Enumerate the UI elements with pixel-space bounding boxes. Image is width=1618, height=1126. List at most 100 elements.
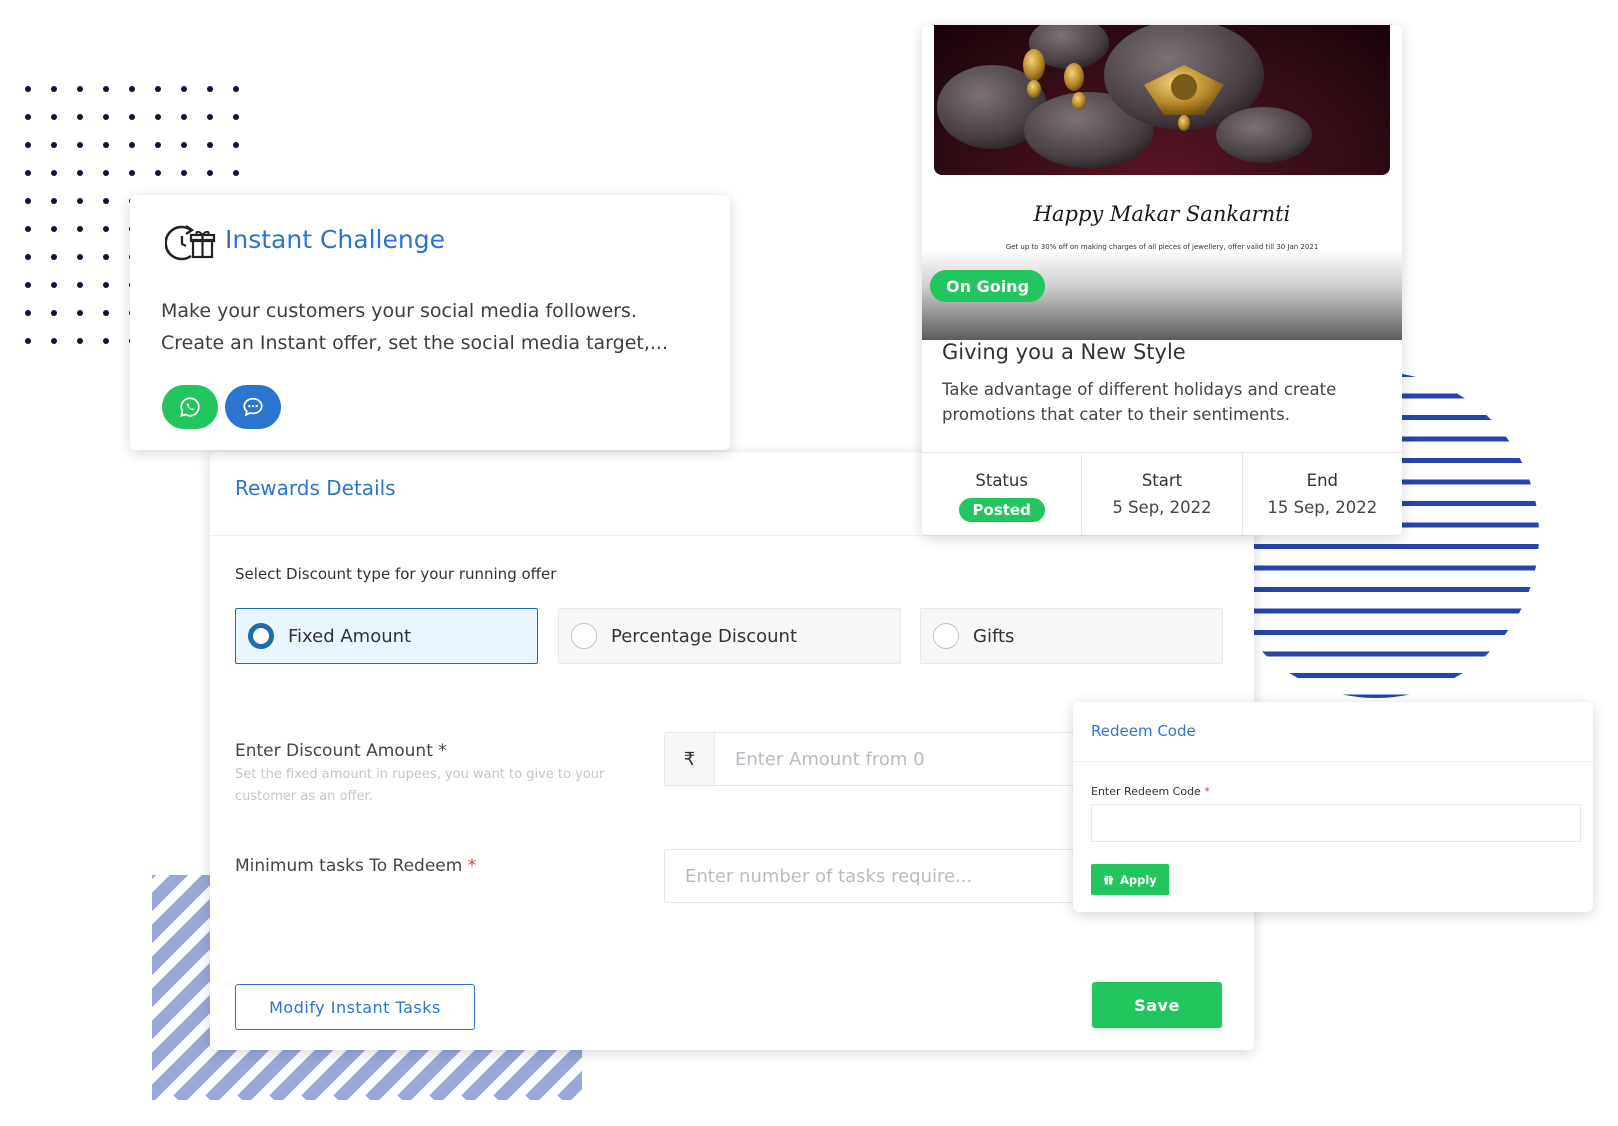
decorative-dot [155,170,161,176]
decorative-dot [233,142,239,148]
decorative-dot [207,170,213,176]
discount-type-label: Select Discount type for your running of… [235,565,557,583]
decorative-dot [77,86,83,92]
decorative-dot [103,198,109,204]
decorative-dot [51,142,57,148]
decorative-dot [103,338,109,344]
decorative-dot [51,114,57,120]
decorative-dot [77,338,83,344]
decorative-dot [155,86,161,92]
challenge-description: Make your customers your social media fo… [161,300,669,354]
decorative-dot [181,86,187,92]
decorative-dot [103,142,109,148]
start-date: 5 Sep, 2022 [1112,498,1212,517]
option-fixed-amount[interactable]: Fixed Amount [235,608,538,664]
decorative-dot [77,198,83,204]
decorative-dot [103,282,109,288]
decorative-dot [77,142,83,148]
decorative-dot [25,282,31,288]
decorative-dot [77,310,83,316]
decorative-dot [207,142,213,148]
end-column: End 15 Sep, 2022 [1243,453,1402,535]
chat-button[interactable] [225,385,281,429]
decorative-dot [25,198,31,204]
decorative-dot [25,142,31,148]
save-button[interactable]: Save [1092,982,1222,1028]
promo-image-subtext: Get up to 30% off on making charges of a… [1005,243,1319,251]
decorative-dot [103,86,109,92]
status-column: Status Posted [922,453,1083,535]
min-tasks-label: Minimum tasks To Redeem * [235,856,476,876]
required-marker: * [467,856,477,876]
option-gifts[interactable]: Gifts [920,608,1223,664]
start-column: Start 5 Sep, 2022 [1082,453,1243,535]
decorative-dot [181,114,187,120]
rupee-icon: ₹ [665,733,715,785]
decorative-dot [77,254,83,260]
decorative-dot [233,170,239,176]
decorative-dot [25,114,31,120]
discount-amount-hint: Set the fixed amount in rupees, you want… [235,767,605,804]
promo-image-heading: Happy Makar Sankarnti [1033,202,1291,226]
decorative-dot [51,254,57,260]
end-date: 15 Sep, 2022 [1267,498,1378,517]
decorative-dot [103,310,109,316]
redeem-code-label: Enter Redeem Code * [1091,785,1210,798]
radio-unselected-icon[interactable] [571,623,597,649]
decorative-dot [51,198,57,204]
modify-instant-tasks-button[interactable]: Modify Instant Tasks [235,984,475,1030]
apply-button[interactable]: Apply [1091,864,1169,895]
promo-description: Take advantage of different holidays and… [942,380,1337,424]
decorative-dot [25,254,31,260]
option-label: Gifts [973,625,1015,647]
promo-meta-row: Status Posted Start 5 Sep, 2022 End 15 S… [922,453,1402,535]
min-tasks-input[interactable] [664,849,1084,903]
status-badge: Posted [958,498,1045,522]
decorative-dot [51,310,57,316]
divider [1073,761,1593,762]
challenge-title: Instant Challenge [225,225,445,254]
decorative-dot [129,142,135,148]
required-marker: * [438,741,447,761]
radio-unselected-icon[interactable] [933,623,959,649]
decorative-dot [25,86,31,92]
gift-icon [1103,875,1114,885]
instant-challenge-card: Instant Challenge Make your customers yo… [130,195,730,450]
required-marker: * [1204,785,1210,798]
decorative-dot [103,254,109,260]
decorative-dot [181,142,187,148]
discount-amount-label: Enter Discount Amount * [235,741,447,761]
radio-selected-icon[interactable] [248,623,274,649]
promotion-card[interactable]: Happy Makar Sankarnti Get up to 30% off … [922,25,1402,535]
redeem-code-input[interactable] [1091,804,1581,842]
discount-amount-label-text: Enter Discount Amount [235,741,433,761]
whatsapp-button[interactable] [162,385,218,429]
promo-title: Giving you a New Style [942,340,1186,364]
decorative-dot [129,86,135,92]
end-label: End [1306,471,1338,490]
decorative-dot [51,170,57,176]
decorative-dot [25,170,31,176]
jewellery-photo [934,25,1390,175]
timer-gift-icon [165,225,216,261]
decorative-dot [77,114,83,120]
status-label: Status [975,471,1028,490]
decorative-dot [129,114,135,120]
decorative-dot [207,114,213,120]
decorative-dot [51,86,57,92]
decorative-dot [51,338,57,344]
decorative-dot [77,170,83,176]
decorative-dot [25,226,31,232]
divider [210,535,1254,536]
decorative-dot [103,226,109,232]
discount-amount-input[interactable] [715,733,1083,785]
option-label: Fixed Amount [288,625,412,647]
option-percentage-discount[interactable]: Percentage Discount [558,608,901,664]
start-label: Start [1141,471,1183,490]
decorative-dot [155,142,161,148]
decorative-dot [155,114,161,120]
decorative-dot [51,282,57,288]
rewards-title: Rewards Details [235,476,396,500]
decorative-dot [77,226,83,232]
apply-button-label: Apply [1120,872,1157,887]
